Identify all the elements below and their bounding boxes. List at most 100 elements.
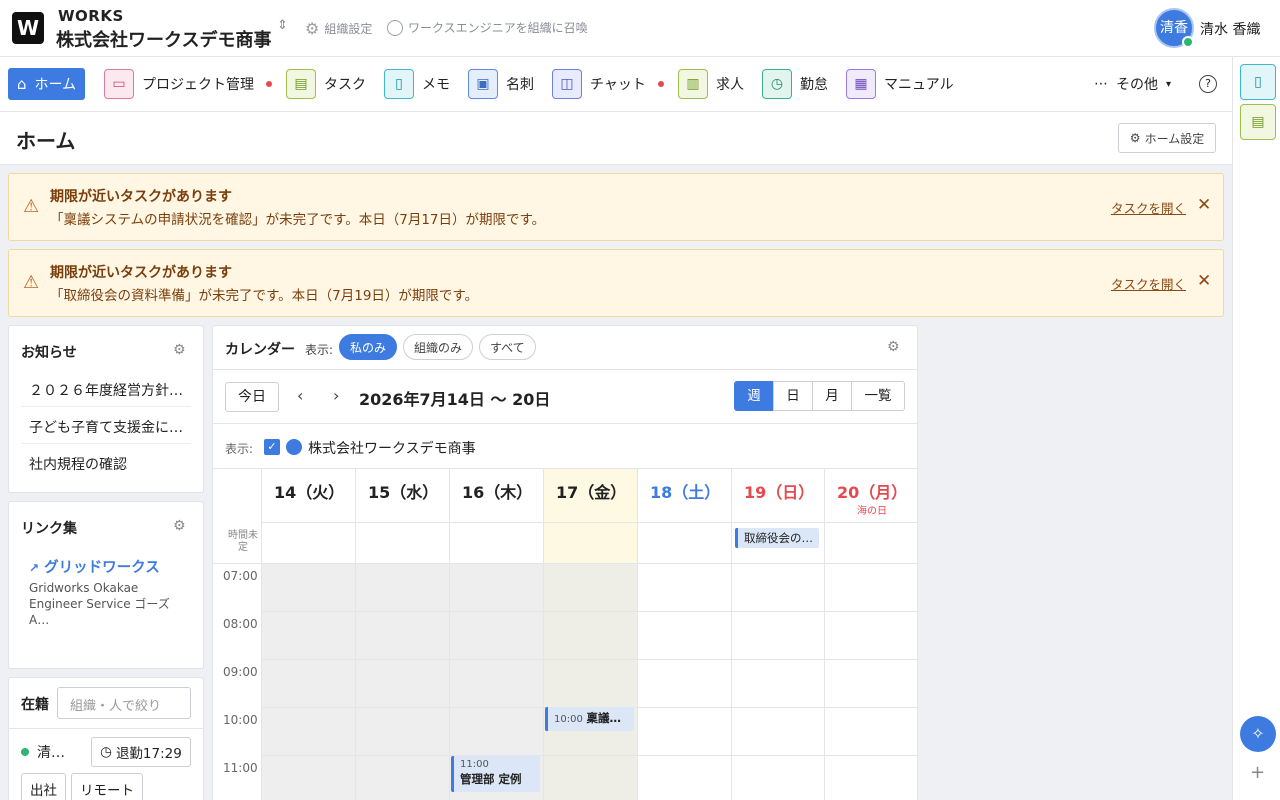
right-rail: ▯ ▤ ✧ + xyxy=(1232,57,1280,800)
view-month[interactable]: 月 xyxy=(812,381,852,411)
org-filter-label: 表示: xyxy=(225,442,254,456)
office-button[interactable]: 出社 xyxy=(21,773,66,800)
event-title: 管理部 定例 xyxy=(460,772,522,786)
day-column: 15（水） xyxy=(355,469,449,800)
hour-label: 09:00 xyxy=(223,665,258,679)
nav-attendance-label: 勤怠 xyxy=(800,77,828,93)
nav-project-label: プロジェクト管理 xyxy=(142,77,254,93)
calendar-event[interactable]: 10:00 稟議… xyxy=(545,707,634,731)
chevron-right-icon[interactable]: › xyxy=(333,386,339,405)
home-icon: ⌂ xyxy=(17,75,27,93)
link-item[interactable]: ↗ グリッドワークス xyxy=(29,556,160,577)
calendar-event[interactable]: 取締役会の… xyxy=(735,528,819,548)
org-checkbox[interactable]: ✓ xyxy=(264,439,280,455)
link-item-desc: Gridworks Okakae Engineer Service ゴーズA… xyxy=(29,581,170,627)
event-title: 稟議… xyxy=(586,711,621,725)
org-switch-icon[interactable]: ⇕ xyxy=(277,18,288,33)
nav-task[interactable]: ▤ タスク xyxy=(286,68,366,100)
date-range: 2026年7月14日 〜 20日 xyxy=(359,390,551,409)
hour-line xyxy=(261,659,917,660)
alert-body: 「取締役会の資料準備」が未完了です。本日（7月19日）が期限です。 xyxy=(50,288,479,304)
notice-item[interactable]: 社内規程の確認 xyxy=(21,444,191,481)
day-column: 19（日） xyxy=(731,469,825,800)
view-week[interactable]: 週 xyxy=(734,381,774,411)
alert-body: 「稟議システムの申請状況を確認」が未完了です。本日（7月17日）が期限です。 xyxy=(50,212,546,228)
help-icon[interactable]: ? xyxy=(1199,75,1217,93)
presence-card: 在籍 組織・人で絞り 清… ◷ 退勤17:29 出社 リモート xyxy=(8,677,204,800)
filter-mine[interactable]: 私のみ xyxy=(339,334,398,360)
notices-title: お知らせ xyxy=(21,345,77,361)
clipboard-icon: ▤ xyxy=(286,69,316,99)
open-task-link[interactable]: タスクを開く xyxy=(1111,198,1186,217)
home-settings-label: ホーム設定 xyxy=(1144,131,1205,146)
day-header: 18（土） xyxy=(650,483,721,502)
calendar-event[interactable]: 11:00 管理部 定例 xyxy=(451,756,540,792)
nav-card-label: 名刺 xyxy=(506,77,534,93)
nav-home[interactable]: ⌂ ホーム xyxy=(8,68,86,100)
nav-project[interactable]: ▭ プロジェクト管理 xyxy=(104,68,272,100)
day-header: 15（水） xyxy=(368,483,439,502)
nav-job[interactable]: ▥ 求人 xyxy=(678,68,744,100)
org-name[interactable]: 株式会社ワークスデモ商事 xyxy=(56,26,271,52)
nav-attendance[interactable]: ◷ 勤怠 xyxy=(762,68,828,100)
clock-out-button[interactable]: ◷ 退勤17:29 xyxy=(91,737,191,767)
close-icon[interactable]: ✕ xyxy=(1197,195,1211,215)
nav-more[interactable]: ⋯ その他 ▾ xyxy=(1094,68,1171,100)
divider xyxy=(9,728,203,729)
clock-icon: ◷ xyxy=(762,69,792,99)
filter-org[interactable]: 組織のみ xyxy=(403,334,474,360)
hour-line xyxy=(261,755,917,756)
top-header: W WORKS 株式会社ワークスデモ商事 ⇕ ⚙ 組織設定 ワークスエンジニアを… xyxy=(0,0,1280,57)
gear-icon[interactable]: ⚙ xyxy=(173,342,186,358)
notice-item[interactable]: ２０２６年度経営方針… xyxy=(21,370,191,407)
day-column: 14（火） xyxy=(261,469,355,800)
allday-label: 時間未定 xyxy=(228,530,258,553)
event-time: 11:00 xyxy=(460,759,489,770)
chat-icon: ◫ xyxy=(552,69,582,99)
chevron-left-icon[interactable]: ‹ xyxy=(297,386,303,405)
add-icon[interactable]: + xyxy=(1250,762,1265,783)
nav-manual[interactable]: ▦ マニュアル xyxy=(846,68,954,100)
task-alert: ⚠ 期限が近いタスクがあります 「稟議システムの申請状況を確認」が未完了です。本… xyxy=(8,173,1224,241)
folder-icon: ▭ xyxy=(104,69,134,99)
task-alert: ⚠ 期限が近いタスクがあります 「取締役会の資料準備」が未完了です。本日（7月1… xyxy=(8,249,1224,317)
close-icon[interactable]: ✕ xyxy=(1197,271,1211,291)
org-settings-link[interactable]: ⚙ 組織設定 xyxy=(305,19,372,38)
gear-icon[interactable]: ⚙ xyxy=(887,339,900,355)
id-card-icon: ▣ xyxy=(468,69,498,99)
warning-icon: ⚠ xyxy=(23,272,40,293)
gear-icon: ⚙ xyxy=(1129,131,1141,145)
home-settings-button[interactable]: ⚙ ホーム設定 xyxy=(1118,123,1216,153)
notices-card: お知らせ ⚙ ２０２６年度経営方針… 子ども子育て支援金に… 社内規程の確認 xyxy=(8,325,204,493)
brand-name: WORKS xyxy=(58,7,124,25)
clock-icon: ◷ xyxy=(100,744,112,760)
event-time: 10:00 xyxy=(554,714,583,725)
org-calendar-name: 株式会社ワークスデモ商事 xyxy=(308,441,476,457)
user-name[interactable]: 清水 香織 xyxy=(1200,19,1260,39)
open-task-link[interactable]: タスクを開く xyxy=(1111,274,1186,293)
remote-button[interactable]: リモート xyxy=(71,773,143,800)
notice-item[interactable]: 子ども子育て支援金に… xyxy=(21,407,191,444)
ai-assistant-icon[interactable]: ✧ xyxy=(1240,716,1276,752)
works-logo[interactable]: W xyxy=(12,12,44,44)
memo-shortcut-icon[interactable]: ▯ xyxy=(1240,64,1276,100)
presence-filter-input[interactable]: 組織・人で絞り xyxy=(57,687,191,719)
day-header: 16（木） xyxy=(462,483,533,502)
view-day[interactable]: 日 xyxy=(773,381,813,411)
task-shortcut-icon[interactable]: ▤ xyxy=(1240,104,1276,140)
hour-label: 08:00 xyxy=(223,617,258,631)
nav-chat-label: チャット xyxy=(590,77,646,93)
day-column: 16（木） xyxy=(449,469,543,800)
nav-chat[interactable]: ◫ チャット xyxy=(552,68,664,100)
nav-memo[interactable]: ▯ メモ xyxy=(384,68,450,100)
book-icon: ▦ xyxy=(846,69,876,99)
gear-icon[interactable]: ⚙ xyxy=(173,518,186,534)
filter-all[interactable]: すべて xyxy=(479,334,536,360)
day-column: 17（金） xyxy=(543,469,637,800)
invite-link[interactable]: ワークスエンジニアを組織に召喚 xyxy=(387,19,588,36)
nav-card[interactable]: ▣ 名刺 xyxy=(468,68,534,100)
view-list[interactable]: 一覧 xyxy=(851,381,905,411)
divider xyxy=(213,563,917,564)
today-button[interactable]: 今日 xyxy=(225,382,279,412)
nav-task-label: タスク xyxy=(324,77,366,93)
